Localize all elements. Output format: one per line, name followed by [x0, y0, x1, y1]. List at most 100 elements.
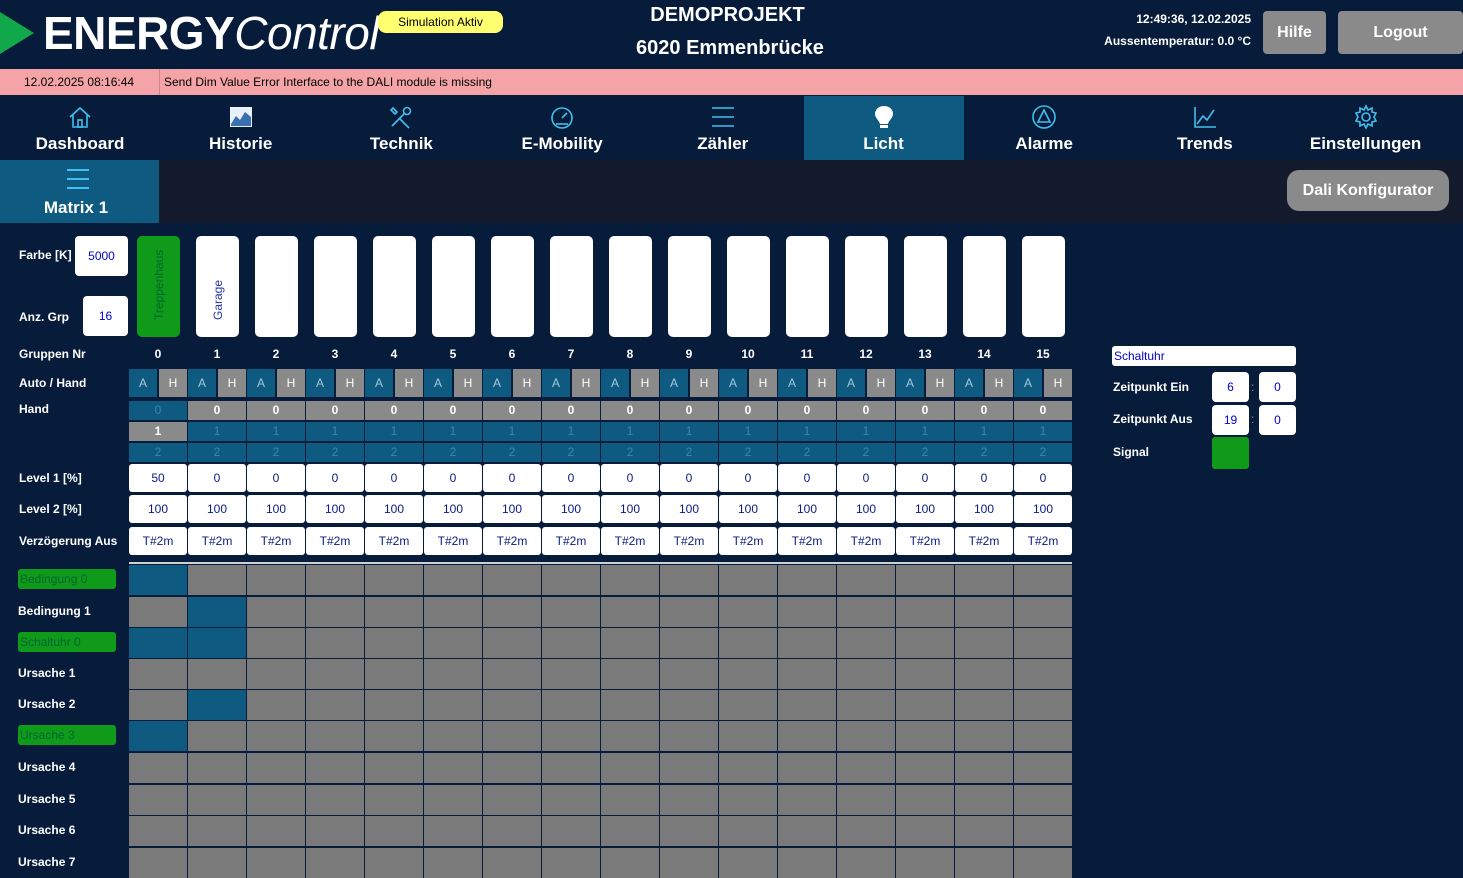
delay-value[interactable]: T#2m: [424, 527, 482, 555]
delay-value[interactable]: T#2m: [542, 527, 600, 555]
matrix-cell[interactable]: [719, 721, 777, 751]
matrix-cell[interactable]: [306, 597, 364, 627]
delay-value[interactable]: T#2m: [896, 527, 954, 555]
matrix-cell[interactable]: [660, 690, 718, 720]
group-card[interactable]: [550, 236, 593, 337]
matrix-cell[interactable]: [601, 690, 659, 720]
hand-button[interactable]: H: [1044, 369, 1072, 397]
group-card[interactable]: [845, 236, 888, 337]
hand-button[interactable]: H: [454, 369, 482, 397]
nav-item-technik[interactable]: Technik: [321, 96, 481, 160]
level2-value[interactable]: 100: [483, 495, 541, 523]
matrix-cell[interactable]: [837, 721, 895, 751]
matrix-cell[interactable]: [837, 659, 895, 689]
level1-value[interactable]: 0: [778, 464, 836, 492]
matrix-cell[interactable]: [306, 785, 364, 815]
hand-button[interactable]: H: [867, 369, 895, 397]
level2-value[interactable]: 100: [424, 495, 482, 523]
matrix-cell[interactable]: [188, 785, 246, 815]
matrix-cell[interactable]: [365, 565, 423, 595]
hand-option[interactable]: 2: [306, 443, 364, 462]
matrix-cell[interactable]: [188, 753, 246, 783]
matrix-cell[interactable]: [955, 628, 1013, 658]
hand-option[interactable]: 2: [247, 443, 305, 462]
hand-option[interactable]: 2: [542, 443, 600, 462]
matrix-cell[interactable]: [896, 628, 954, 658]
hand-option[interactable]: 0: [1014, 401, 1072, 420]
matrix-cell[interactable]: [542, 785, 600, 815]
auto-button[interactable]: A: [660, 369, 688, 397]
delay-value[interactable]: T#2m: [306, 527, 364, 555]
matrix-cell[interactable]: [129, 597, 187, 627]
matrix-cell[interactable]: [483, 659, 541, 689]
matrix-cell[interactable]: [896, 753, 954, 783]
matrix-cell[interactable]: [129, 753, 187, 783]
matrix-cell[interactable]: [306, 659, 364, 689]
matrix-cell[interactable]: [365, 690, 423, 720]
delay-value[interactable]: T#2m: [1014, 527, 1072, 555]
matrix-cell[interactable]: [129, 628, 187, 658]
matrix-cell[interactable]: [778, 848, 836, 878]
hand-button[interactable]: H: [808, 369, 836, 397]
matrix-cell[interactable]: [542, 721, 600, 751]
hand-button[interactable]: H: [218, 369, 246, 397]
matrix-cell[interactable]: [601, 721, 659, 751]
matrix-cell[interactable]: [778, 565, 836, 595]
matrix-cell[interactable]: [306, 628, 364, 658]
level1-value[interactable]: 50: [129, 464, 187, 492]
auto-button[interactable]: A: [601, 369, 629, 397]
matrix-cell[interactable]: [719, 659, 777, 689]
nav-item-trends[interactable]: Trends: [1125, 96, 1285, 160]
hand-option[interactable]: 2: [365, 443, 423, 462]
matrix-cell[interactable]: [247, 628, 305, 658]
hand-option[interactable]: 1: [719, 422, 777, 441]
matrix-cell[interactable]: [896, 565, 954, 595]
matrix-cell[interactable]: [778, 659, 836, 689]
matrix-cell[interactable]: [896, 597, 954, 627]
matrix-cell[interactable]: [483, 753, 541, 783]
matrix-cell[interactable]: [483, 785, 541, 815]
matrix-cell[interactable]: [542, 628, 600, 658]
matrix-cell[interactable]: [188, 690, 246, 720]
matrix-cell[interactable]: [483, 628, 541, 658]
matrix-cell[interactable]: [955, 816, 1013, 846]
matrix-cell[interactable]: [660, 753, 718, 783]
level2-value[interactable]: 100: [1014, 495, 1072, 523]
level2-value[interactable]: 100: [896, 495, 954, 523]
matrix-cell[interactable]: [778, 785, 836, 815]
matrix-cell[interactable]: [955, 690, 1013, 720]
hand-option[interactable]: 1: [660, 422, 718, 441]
auto-button[interactable]: A: [837, 369, 865, 397]
matrix-cell[interactable]: [424, 628, 482, 658]
hand-option[interactable]: 0: [483, 401, 541, 420]
matrix-cell[interactable]: [837, 628, 895, 658]
hand-option[interactable]: 1: [306, 422, 364, 441]
matrix-cell[interactable]: [306, 721, 364, 751]
group-card[interactable]: [668, 236, 711, 337]
matrix-cell[interactable]: [1014, 721, 1072, 751]
hand-option[interactable]: 0: [896, 401, 954, 420]
hand-option[interactable]: 0: [424, 401, 482, 420]
delay-value[interactable]: T#2m: [601, 527, 659, 555]
hand-option[interactable]: 2: [601, 443, 659, 462]
matrix-cell[interactable]: [896, 848, 954, 878]
nav-item-licht[interactable]: Licht: [803, 96, 964, 160]
on-minute-input[interactable]: [1259, 372, 1296, 402]
matrix-cell[interactable]: [483, 565, 541, 595]
on-hour-input[interactable]: [1212, 372, 1249, 402]
matrix-cell[interactable]: [247, 597, 305, 627]
group-card[interactable]: [786, 236, 829, 337]
auto-button[interactable]: A: [306, 369, 334, 397]
matrix-cell[interactable]: [601, 628, 659, 658]
delay-value[interactable]: T#2m: [778, 527, 836, 555]
matrix-cell[interactable]: [306, 816, 364, 846]
matrix-cell[interactable]: [542, 753, 600, 783]
matrix-cell[interactable]: [719, 565, 777, 595]
logout-button[interactable]: Logout: [1338, 11, 1463, 54]
matrix-cell[interactable]: [129, 848, 187, 878]
hand-option[interactable]: 0: [955, 401, 1013, 420]
matrix-cell[interactable]: [778, 597, 836, 627]
matrix-cell[interactable]: [778, 628, 836, 658]
matrix-cell[interactable]: [955, 597, 1013, 627]
hand-button[interactable]: H: [631, 369, 659, 397]
